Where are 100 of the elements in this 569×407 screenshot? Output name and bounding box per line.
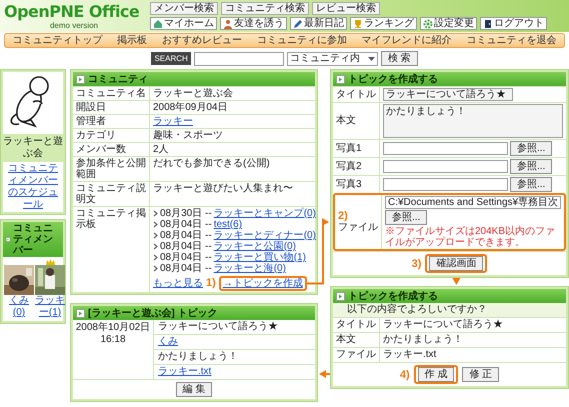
search-link[interactable]: レビュー検索 bbox=[312, 2, 380, 15]
nav-link[interactable]: マイフレンドに紹介 bbox=[362, 34, 452, 46]
bullet-icon bbox=[6, 235, 10, 244]
bullet-icon bbox=[76, 74, 85, 84]
person-icon bbox=[223, 18, 233, 28]
nav-link[interactable]: コミュニティに参加 bbox=[256, 34, 347, 46]
confirm-question: 以下の内容でよろしいですか？ bbox=[333, 303, 566, 317]
step-label: 4) bbox=[400, 368, 410, 380]
field-label: 写真3 bbox=[336, 178, 362, 190]
schedule-link[interactable]: コミュニティメンバーのスケジュール bbox=[5, 163, 61, 211]
nav-link[interactable]: 掲示板 bbox=[117, 34, 148, 46]
field-label: 写真1 bbox=[336, 142, 362, 154]
search-button[interactable]: 検 索 bbox=[380, 51, 418, 66]
field-label: タイトル bbox=[336, 88, 376, 100]
arrow bbox=[319, 370, 330, 378]
topic-link[interactable]: test(6) bbox=[214, 219, 242, 230]
topic-time: 16:18 bbox=[100, 334, 126, 346]
field-label: 写真2 bbox=[336, 160, 362, 172]
table-cell: 2008年09月04日 bbox=[149, 101, 315, 114]
tagline: demo version bbox=[50, 21, 98, 30]
menu-link[interactable]: ログアウト bbox=[480, 17, 547, 30]
form-button[interactable]: 修 正 bbox=[462, 367, 500, 382]
table-cell: 2人 bbox=[149, 143, 315, 156]
topic-date: 08月04日 -- bbox=[160, 219, 212, 230]
door-icon bbox=[483, 18, 493, 28]
confirm-button[interactable]: 確認画面 bbox=[429, 256, 484, 271]
body-field[interactable]: かたりましょう！ bbox=[383, 104, 563, 138]
row-label: タイトル bbox=[335, 318, 377, 332]
search-link[interactable]: コミュニティ検索 bbox=[221, 2, 309, 15]
browse-button[interactable]: 参照... bbox=[510, 141, 552, 156]
row-label: カテゴリ bbox=[75, 129, 117, 142]
topic-link[interactable]: ラッキーとディナー(0) bbox=[214, 230, 316, 241]
row-label: 本文 bbox=[335, 333, 357, 347]
nav-link[interactable]: コミュニティを退会 bbox=[466, 34, 557, 46]
house-icon bbox=[153, 18, 163, 28]
bullet-icon bbox=[336, 74, 345, 84]
bullet-icon bbox=[76, 308, 85, 318]
topic-link[interactable]: ラッキーと買い物(1) bbox=[214, 252, 306, 263]
pencil-icon bbox=[293, 18, 303, 28]
step-label: 2) bbox=[338, 210, 348, 222]
table-cell-text: ラッキーについて語ろう★ bbox=[157, 320, 279, 334]
panel-title: トピックを作成する bbox=[348, 290, 438, 302]
row-label: 開設日 bbox=[75, 101, 107, 114]
menu-link[interactable]: ランキング bbox=[350, 17, 417, 30]
panel-title: コミュニティ bbox=[88, 74, 148, 84]
field-label: 本文 bbox=[336, 115, 356, 127]
step-label: 1) bbox=[206, 278, 216, 289]
upload-note: ※ファイルサイズは204KB以内のファイルがアップロードできます。 bbox=[385, 226, 556, 248]
menu-link[interactable]: 最新日記 bbox=[290, 17, 347, 30]
menu-link[interactable]: 友達を誘う bbox=[220, 17, 287, 30]
file-field[interactable] bbox=[383, 160, 508, 173]
file-link[interactable]: ラッキー.txt bbox=[158, 366, 212, 377]
table-cell: だれでも参加できる(公開) bbox=[149, 157, 315, 181]
topic-date: 08月04日 -- bbox=[160, 230, 212, 241]
topic-date: 08月04日 -- bbox=[160, 252, 212, 263]
browse-button[interactable]: 参照... bbox=[510, 159, 552, 174]
title-field[interactable]: ラッキーについて語ろう★ bbox=[383, 88, 513, 101]
panel-title: コミュニティメンバー bbox=[13, 223, 54, 256]
topic-link[interactable]: ラッキーと公園(0) bbox=[214, 241, 296, 252]
table-cell: かたりましょう！ bbox=[379, 333, 566, 347]
menu-link[interactable]: マイホーム bbox=[150, 17, 217, 30]
row-label: 管理者 bbox=[75, 115, 107, 128]
table-cell: ラッキーについて語ろう★ bbox=[379, 318, 566, 332]
search-field[interactable] bbox=[194, 52, 284, 66]
community-name: ラッキーと遊ぶ会 bbox=[3, 135, 63, 161]
bullet-icon bbox=[336, 292, 345, 300]
author-link[interactable]: くみ bbox=[158, 336, 178, 347]
create-topic-link[interactable]: →トピックを作成 bbox=[222, 278, 303, 289]
nav-link[interactable]: コミュニティトップ bbox=[12, 34, 102, 46]
file-field[interactable] bbox=[383, 142, 508, 155]
search-link[interactable]: メンバー検索 bbox=[150, 2, 218, 15]
gear-icon bbox=[423, 18, 433, 28]
more-link[interactable]: もっと見る bbox=[153, 278, 203, 289]
topic-link[interactable]: ラッキーとキャンプ(0) bbox=[214, 208, 316, 219]
member-link[interactable]: ラッキー(1) bbox=[35, 295, 65, 319]
file-field[interactable] bbox=[383, 178, 508, 191]
nav-link[interactable]: おすすめレビュー bbox=[162, 34, 242, 46]
row-label: コミュニティ説明文 bbox=[75, 182, 147, 206]
topic-date: 08月04日 -- bbox=[160, 263, 212, 274]
edit-button[interactable]: 編 集 bbox=[176, 382, 212, 397]
member-link[interactable]: くみ(0) bbox=[4, 295, 34, 319]
table-cell: かたりましょう！ bbox=[154, 349, 315, 364]
topic-date: 08月04日 -- bbox=[160, 241, 212, 252]
file-field[interactable]: C:¥Documents and Settings¥専務目次 bbox=[385, 196, 562, 209]
row-label: コミュニティ名 bbox=[75, 87, 147, 100]
table-cell: ラッキーと遊びたい人集まれ〜 bbox=[149, 182, 315, 206]
browse-button[interactable]: 参照... bbox=[510, 177, 552, 192]
row-label: 参加条件と公開範囲 bbox=[75, 157, 147, 181]
topic-link[interactable]: ラッキーと海(0) bbox=[214, 263, 286, 274]
form-button[interactable]: 作 成 bbox=[418, 367, 454, 382]
menu-link[interactable]: 設定変更 bbox=[420, 17, 477, 30]
browse-button[interactable]: 参照... bbox=[385, 210, 428, 225]
panel-title: トピックを作成する bbox=[348, 74, 438, 84]
row-label: コミュニティ掲示板 bbox=[75, 207, 147, 232]
table-cell: ラッキーと遊ぶ会 bbox=[149, 87, 315, 100]
topic-date: 08月30日 -- bbox=[160, 208, 212, 219]
caret-icon bbox=[368, 56, 375, 60]
scope-dropdown[interactable]: コミュニティ内 bbox=[286, 52, 378, 66]
admin-link[interactable]: ラッキー bbox=[153, 116, 193, 127]
table-cell: 趣味・スポーツ bbox=[149, 129, 315, 142]
